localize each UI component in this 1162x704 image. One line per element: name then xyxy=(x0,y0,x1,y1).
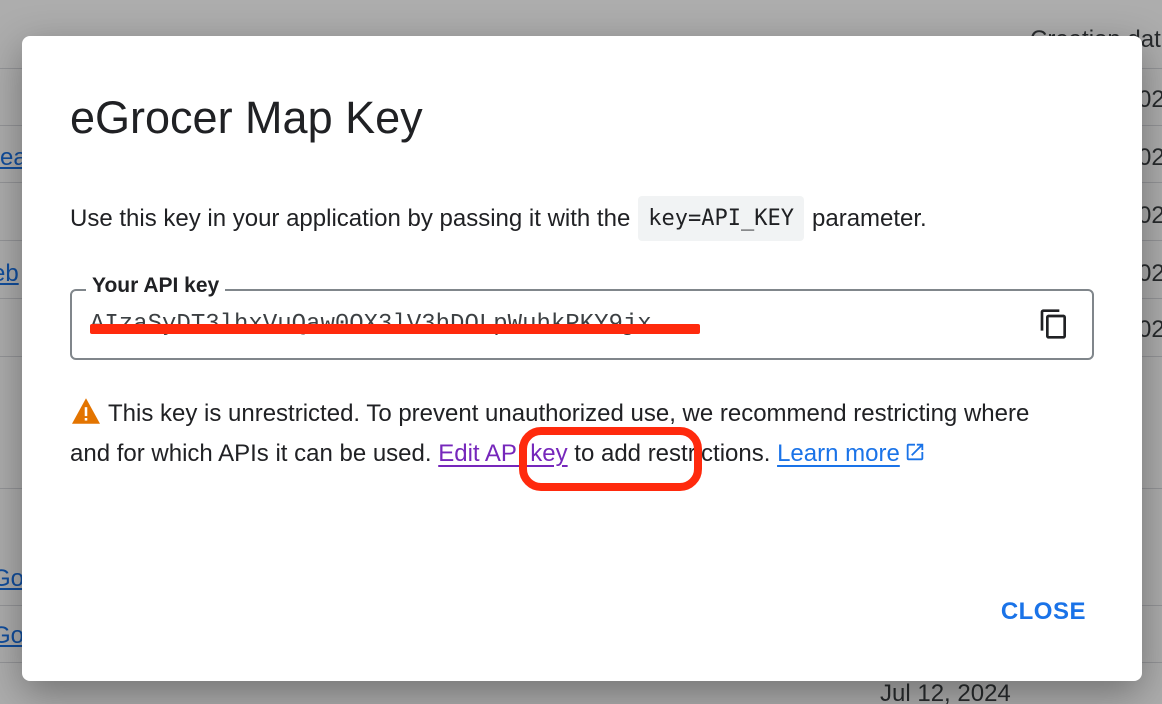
learn-more-label: Learn more xyxy=(777,440,900,467)
api-key-dialog: eGrocer Map Key Use this key in your app… xyxy=(22,36,1142,681)
warning-text-end: to add restrictions. xyxy=(574,440,771,467)
api-key-parameter-code: key=API_KEY xyxy=(638,196,804,241)
intro-text-end: parameter. xyxy=(812,204,927,232)
copy-icon xyxy=(1040,309,1066,339)
dialog-title: eGrocer Map Key xyxy=(70,92,423,143)
close-button[interactable]: CLOSE xyxy=(1001,598,1086,626)
usage-instructions: Use this key in your application by pass… xyxy=(70,196,927,241)
unrestricted-key-warning: This key is unrestricted. To prevent una… xyxy=(70,394,1070,474)
open-in-new-icon xyxy=(906,443,924,461)
api-key-label: Your API key xyxy=(86,274,226,298)
learn-more-link[interactable]: Learn more xyxy=(777,440,926,467)
redaction-mark xyxy=(90,324,700,334)
edit-api-key-link[interactable]: Edit API key xyxy=(438,440,567,467)
intro-text: Use this key in your application by pass… xyxy=(70,204,631,232)
api-key-field[interactable]: Your API key AIzaSyDT3lhxVuQaw0OX3lV3hDO… xyxy=(70,274,1094,360)
copy-button[interactable] xyxy=(1038,307,1070,341)
warning-icon xyxy=(72,398,100,424)
